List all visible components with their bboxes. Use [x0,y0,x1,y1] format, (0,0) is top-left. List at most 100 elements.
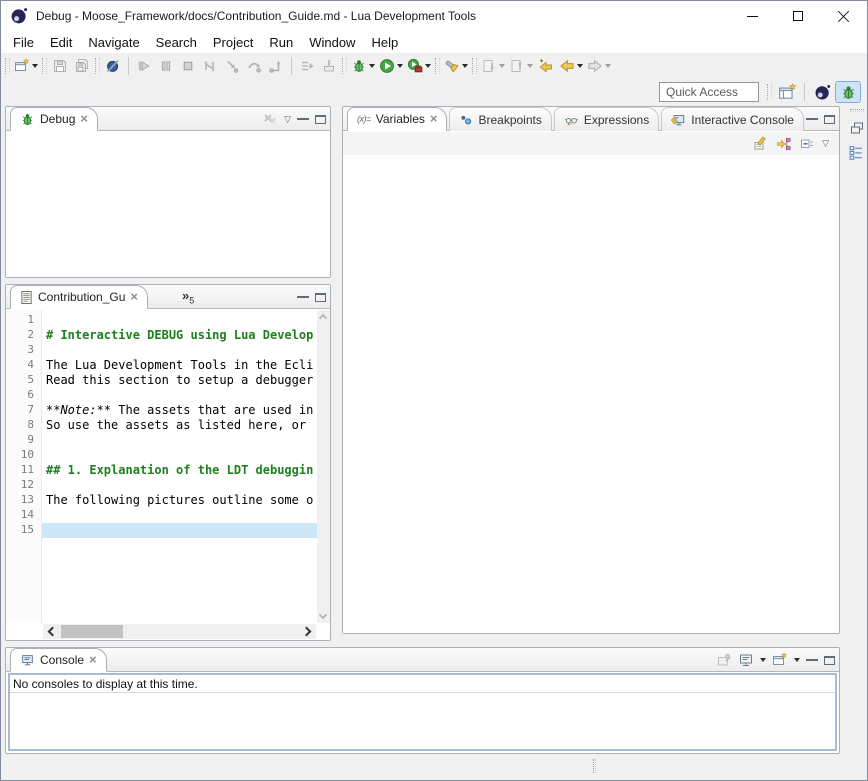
editor-line[interactable] [42,448,330,463]
tab-debug[interactable]: Debug × [10,107,98,131]
toolbar-drag-handle[interactable] [95,58,100,74]
editor-line[interactable]: So use the assets as listed here, or [42,418,330,433]
resume-button [133,55,155,77]
editor-text[interactable]: # Interactive DEBUG using Lua Develop The… [42,310,330,623]
editor-line[interactable]: The Lua Development Tools in the Ecli [42,358,330,373]
editor-line[interactable]: Read this section to setup a debugger [42,373,330,388]
debug-dropdown-icon[interactable] [369,64,375,68]
maximize-view-icon[interactable] [824,656,835,665]
toolbar-drag-handle[interactable] [342,58,347,74]
editor-line[interactable] [42,388,330,403]
view-menu-icon[interactable]: ▽ [284,114,291,125]
menu-window[interactable]: Window [301,33,363,52]
tab-contribution-guide[interactable]: Contribution_Gu × [10,285,148,309]
open-console-icon[interactable] [772,652,788,668]
open-console-dropdown-icon[interactable] [794,658,800,662]
editor-line[interactable] [42,523,330,538]
scroll-down-icon[interactable] [319,611,327,619]
menu-search[interactable]: Search [148,33,205,52]
open-perspective-button[interactable] [774,81,800,103]
minimize-view-icon[interactable] [806,659,818,661]
maximize-view-icon[interactable] [824,115,835,124]
external-tools-button[interactable] [405,55,433,77]
editor-line[interactable]: ## 1. Explanation of the LDT debuggin [42,463,330,478]
show-logical-structures-icon[interactable] [776,136,792,152]
toolbar-drag-handle[interactable] [5,58,10,74]
tab-console[interactable]: Console × [10,648,107,672]
editor-line[interactable]: The following pictures outline some o [42,493,330,508]
console-content[interactable]: No consoles to display at this time. [8,673,837,751]
show-type-names-icon[interactable] [753,136,769,152]
search-dropdown-icon[interactable] [462,64,468,68]
view-menu-icon[interactable]: ▽ [822,138,829,149]
toolbar-drag-handle[interactable] [472,58,477,74]
restore-views-icon[interactable] [849,120,865,136]
debug-view-content[interactable] [6,132,330,277]
collapse-all-icon[interactable] [799,136,815,152]
sash-drag-handle[interactable] [593,759,596,773]
search-button[interactable] [442,55,470,77]
back-button[interactable] [557,55,585,77]
new-dropdown-icon[interactable] [32,64,38,68]
menu-project[interactable]: Project [205,33,261,52]
back-dropdown-icon[interactable] [577,64,583,68]
maximize-window-button[interactable] [775,1,821,31]
new-wizard-icon [14,58,30,74]
editor-line[interactable] [42,343,330,358]
menu-edit[interactable]: Edit [42,33,80,52]
toolbar-drag-handle[interactable] [435,58,440,74]
editor-vertical-scrollbar[interactable] [317,310,330,623]
close-tab-icon[interactable]: × [80,114,88,124]
toolbar-drag-handle[interactable] [767,84,772,100]
toolbar-drag-handle[interactable] [42,58,47,74]
quick-access-input[interactable]: Quick Access [659,82,759,102]
editor-horizontal-scrollbar[interactable] [43,624,316,639]
close-tab-icon[interactable]: × [430,114,438,124]
editor-line[interactable] [42,478,330,493]
maximize-view-icon[interactable] [315,115,326,124]
use-step-filters-button [296,55,318,77]
tab-label: Debug [40,112,75,126]
minimize-view-icon[interactable] [806,118,818,120]
close-window-button[interactable] [821,1,867,31]
menu-help[interactable]: Help [363,33,406,52]
editor-line[interactable]: # Interactive DEBUG using Lua Develop [42,328,330,343]
tab-interactive-console[interactable]: Interactive Console [661,107,804,131]
menu-file[interactable]: File [5,33,42,52]
tab-variables[interactable]: (x)= Variables × [347,107,447,131]
editor-line[interactable]: **Note:** The assets that are used in [42,403,330,418]
lua-perspective-button[interactable] [809,81,835,103]
scroll-left-icon[interactable] [48,627,58,637]
hidden-editors-indicator[interactable]: »5 [182,288,194,306]
outline-view-icon[interactable] [848,144,865,161]
minimize-view-icon[interactable] [297,296,309,298]
skip-all-breakpoints-button[interactable] [102,55,124,77]
minimize-view-icon[interactable] [297,118,309,120]
tab-expressions[interactable]: x= Expressions [554,107,659,131]
tab-breakpoints[interactable]: Breakpoints [449,107,551,131]
strip-drag-handle[interactable] [850,109,864,112]
display-selected-console-icon[interactable] [738,652,754,668]
maximize-view-icon[interactable] [315,293,326,302]
display-console-dropdown-icon[interactable] [760,658,766,662]
editor-body[interactable]: 123456789101112131415 # Interactive DEBU… [6,310,330,623]
variables-content[interactable] [343,155,839,633]
minimize-window-button[interactable] [729,1,775,31]
editor-line[interactable] [42,433,330,448]
close-tab-icon[interactable]: × [130,292,138,302]
debug-perspective-button[interactable] [835,81,861,103]
scroll-up-icon[interactable] [319,314,327,322]
menu-navigate[interactable]: Navigate [80,33,147,52]
editor-line[interactable] [42,313,330,328]
debug-button[interactable] [349,55,377,77]
run-dropdown-icon[interactable] [397,64,403,68]
last-edit-location-button[interactable] [535,55,557,77]
close-tab-icon[interactable]: × [89,655,97,665]
external-tools-dropdown-icon[interactable] [425,64,431,68]
new-button[interactable] [12,55,40,77]
menu-run[interactable]: Run [261,33,301,52]
scroll-right-icon[interactable] [302,627,312,637]
horizontal-scroll-thumb[interactable] [61,625,123,638]
run-button[interactable] [377,55,405,77]
editor-line[interactable] [42,508,330,523]
